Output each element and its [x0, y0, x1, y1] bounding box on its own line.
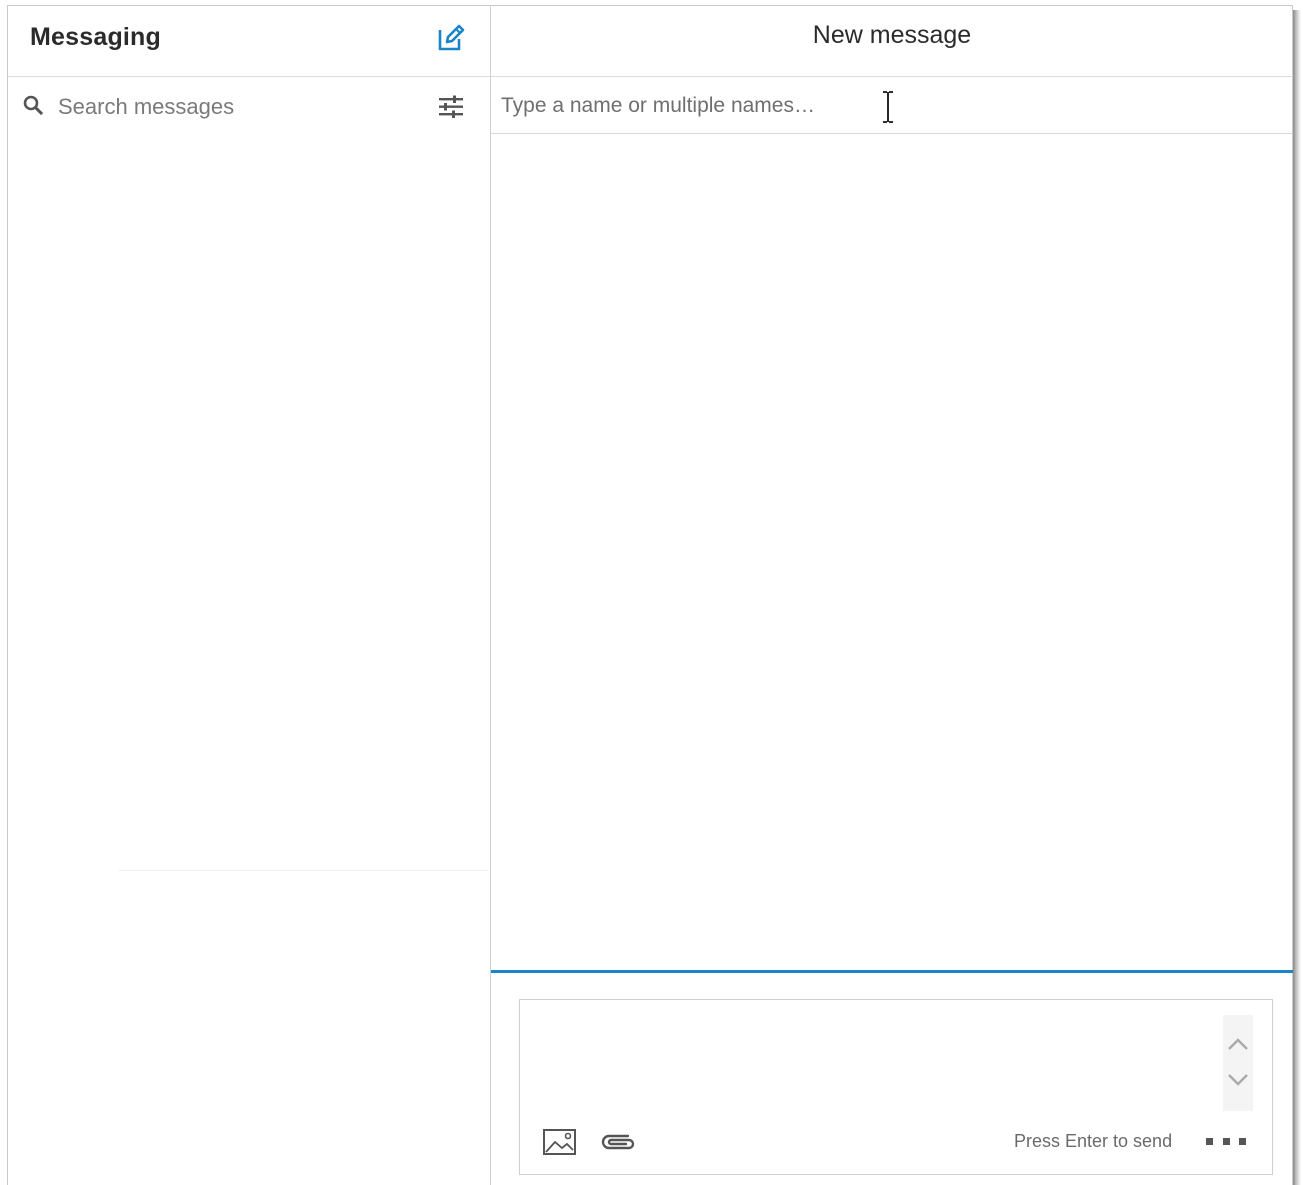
chevron-up-icon[interactable]	[1226, 1033, 1250, 1057]
window-shadow	[1293, 10, 1301, 1185]
message-header: New message	[491, 6, 1293, 77]
composer-divider	[491, 970, 1293, 973]
filter-sliders-icon	[439, 95, 463, 118]
search-input[interactable]	[56, 89, 420, 125]
more-options-icon	[1206, 1137, 1213, 1145]
recipient-row	[491, 77, 1293, 134]
chevron-down-icon[interactable]	[1226, 1067, 1250, 1091]
message-panel: New message Type a name or multiple name…	[491, 6, 1293, 1185]
more-options-icon	[1239, 1137, 1246, 1145]
filter-button[interactable]	[438, 94, 464, 120]
attach-image-button[interactable]	[542, 1127, 578, 1157]
composer-scrollbar[interactable]	[1223, 1015, 1253, 1111]
send-hint: Press Enter to send	[1014, 1131, 1173, 1151]
more-options-icon	[1222, 1137, 1230, 1145]
compose-pencil-icon	[438, 24, 465, 51]
more-options-button[interactable]	[1206, 1133, 1246, 1149]
messaging-window: Messaging Search messages New message Ty…	[7, 5, 1293, 1185]
message-title: New message	[812, 21, 972, 49]
image-icon	[543, 1129, 576, 1155]
composer: Press Enter to send	[519, 999, 1273, 1175]
paperclip-icon	[601, 1134, 635, 1150]
sidebar-title: Messaging	[30, 23, 161, 51]
search-icon	[23, 95, 44, 116]
conversation-list-panel: Messaging	[8, 6, 491, 1185]
message-textarea[interactable]	[532, 1010, 1216, 1104]
attach-file-button[interactable]	[598, 1130, 638, 1154]
message-thread	[491, 134, 1293, 970]
sidebar-header: Messaging	[8, 6, 490, 77]
list-divider	[118, 870, 488, 871]
text-cursor-icon	[883, 91, 893, 123]
compose-button[interactable]	[432, 19, 470, 57]
